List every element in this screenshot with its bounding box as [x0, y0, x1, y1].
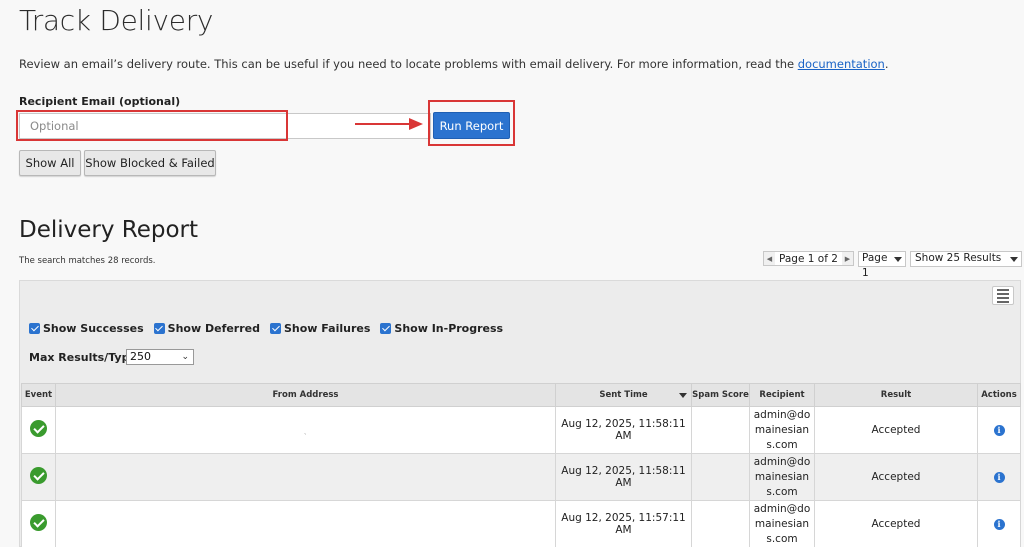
success-icon [30, 467, 47, 484]
filter-checkboxes: Show Successes Show Deferred Show Failur… [29, 322, 503, 335]
actions-cell: i [977, 500, 1021, 547]
delivery-report-title: Delivery Report [19, 217, 199, 243]
filter-label: Show Successes [43, 322, 144, 335]
column-header-from-address[interactable]: From Address [55, 383, 556, 407]
sent-time-cell: Aug 12, 2025, 11:58:11 AM [555, 406, 692, 454]
filter-failures[interactable]: Show Failures [270, 322, 370, 335]
info-icon[interactable]: i [993, 425, 1005, 436]
recipient-cell: admin@domainesians.com [749, 453, 815, 501]
results-per-page-value: Show 25 Results [915, 252, 1002, 264]
redaction-overlay [213, 515, 463, 547]
recipient-cell: admin@domainesians.com [749, 500, 815, 547]
description-suffix: . [884, 57, 889, 71]
event-cell [21, 500, 56, 547]
checkbox-icon[interactable] [380, 323, 392, 334]
checkbox-icon[interactable] [270, 323, 281, 334]
max-results-select[interactable]: 250 ⌄ [126, 349, 194, 365]
info-icon[interactable]: i [993, 472, 1005, 483]
chevron-down-icon [894, 257, 902, 262]
from-address-cell [55, 453, 556, 501]
table-row: ˎ Aug 12, 2025, 11:58:11 AM admin@domain… [21, 406, 1021, 454]
page-select-label: Page [862, 252, 888, 264]
run-report-button[interactable]: Run Report [433, 112, 510, 139]
result-cell: Accepted [814, 453, 978, 501]
column-header-actions: Actions [977, 383, 1021, 407]
page-title: Track Delivery [19, 4, 214, 37]
table-header-row: Event From Address Sent Time Spam Score … [21, 383, 1021, 407]
filter-deferred[interactable]: Show Deferred [153, 322, 260, 335]
chevron-down-icon: ⌄ [181, 352, 189, 362]
success-icon [30, 514, 47, 531]
max-results-value: 250 [130, 350, 151, 363]
sent-time-cell: Aug 12, 2025, 11:57:11 AM [555, 500, 692, 547]
column-header-sent-time[interactable]: Sent Time [555, 383, 692, 407]
column-header-event[interactable]: Event [21, 383, 56, 407]
spam-score-cell [691, 406, 750, 454]
show-all-button[interactable]: Show All [19, 150, 81, 176]
spam-score-cell [691, 500, 750, 547]
next-page-icon[interactable]: ▶ [841, 252, 853, 265]
prev-page-icon[interactable]: ◀ [764, 252, 775, 265]
pager-label: Page 1 of 2 [779, 252, 838, 265]
filter-label: Show Failures [284, 322, 371, 335]
column-header-recipient[interactable]: Recipient [749, 383, 815, 407]
results-per-page-select[interactable]: Show 25 Results [910, 251, 1022, 267]
filter-label: Show In-Progress [394, 322, 504, 335]
delivery-table: Event From Address Sent Time Spam Score … [21, 383, 1021, 547]
documentation-link[interactable]: documentation [798, 57, 885, 71]
description-text: Review an email’s delivery route. This c… [19, 57, 798, 71]
column-menu-icon[interactable] [992, 286, 1014, 305]
recipient-cell: admin@domainesians.com [749, 406, 815, 454]
column-header-spam-score[interactable]: Spam Score [691, 383, 750, 407]
column-header-label: Sent Time [599, 390, 648, 400]
from-address-cell: ˎ [55, 406, 556, 454]
page-select[interactable]: Page 1 [858, 251, 906, 279]
event-cell [21, 406, 56, 454]
annotation-arrow-icon [355, 118, 423, 130]
recipient-email-label: Recipient Email (optional) [19, 95, 181, 108]
info-icon[interactable]: i [993, 519, 1005, 530]
page-select-value: 1 [862, 267, 869, 279]
filter-successes[interactable]: Show Successes [29, 322, 144, 335]
actions-cell: i [977, 453, 1021, 501]
filter-label: Show Deferred [167, 322, 260, 335]
checkbox-icon[interactable] [153, 323, 165, 334]
success-icon [30, 420, 47, 437]
checkbox-icon[interactable] [29, 323, 40, 334]
actions-cell: i [977, 406, 1021, 454]
column-header-result[interactable]: Result [814, 383, 978, 407]
table-row: Aug 12, 2025, 11:58:11 AM admin@domaines… [21, 453, 1021, 501]
page-description: Review an email’s delivery route. This c… [19, 57, 889, 71]
sent-time-cell: Aug 12, 2025, 11:58:11 AM [555, 453, 692, 501]
result-cell: Accepted [814, 406, 978, 454]
annotation-highlight-input [16, 110, 288, 141]
table-row: Aug 12, 2025, 11:57:11 AM admin@domaines… [21, 500, 1021, 547]
sort-desc-icon [679, 393, 687, 398]
max-results-label: Max Results/Type: [29, 351, 142, 364]
pager: ◀ Page 1 of 2 ▶ [763, 251, 854, 266]
from-address: ˎ [303, 427, 308, 435]
show-blocked-failed-button[interactable]: Show Blocked & Failed [84, 150, 216, 176]
event-cell [21, 453, 56, 501]
result-cell: Accepted [814, 500, 978, 547]
spam-score-cell [691, 453, 750, 501]
chevron-down-icon [1010, 257, 1018, 262]
match-count-text: The search matches 28 records. [19, 256, 156, 266]
filter-in-progress[interactable]: Show In-Progress [380, 322, 503, 335]
